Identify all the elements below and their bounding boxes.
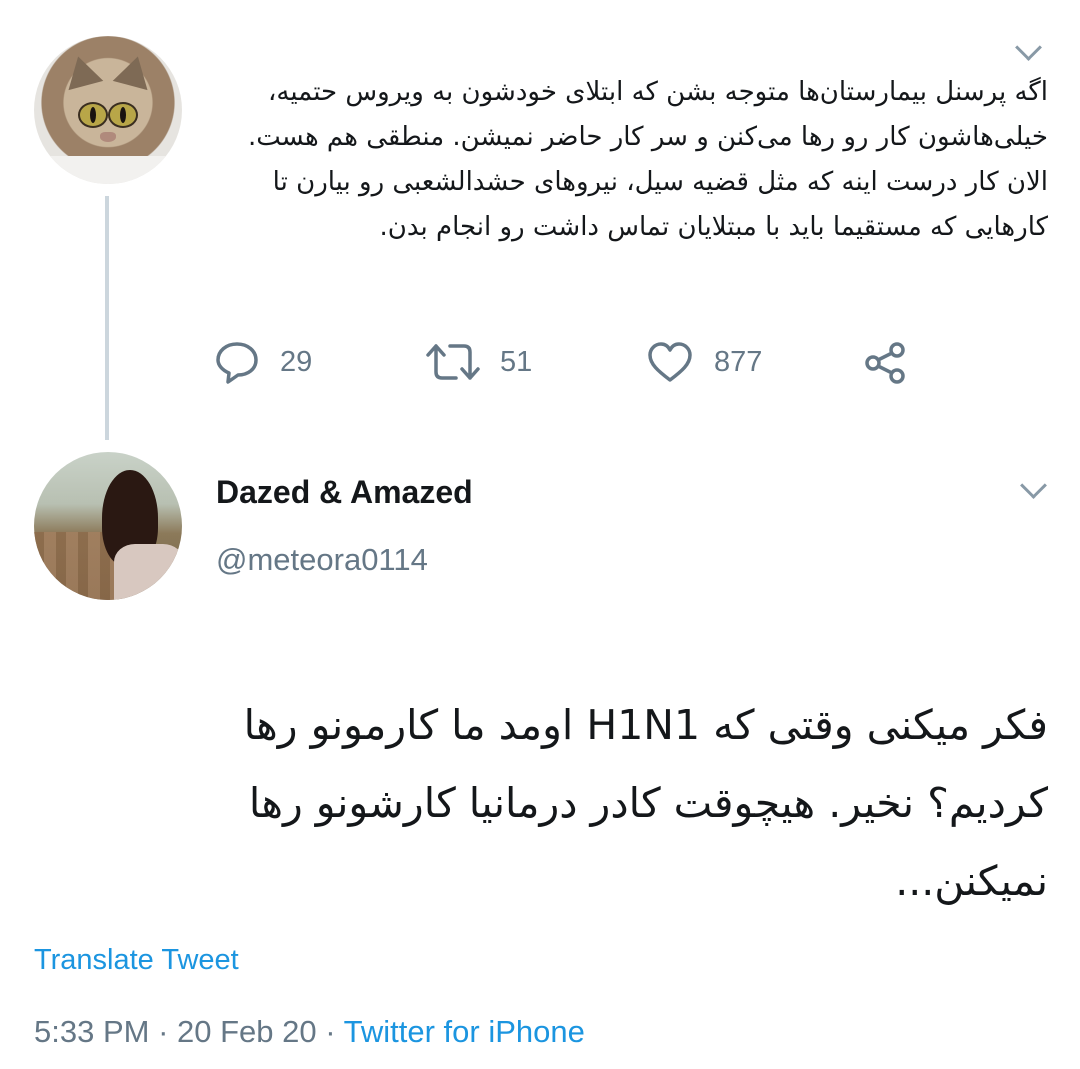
retweet-count: 51 <box>500 345 533 378</box>
thread-line <box>105 196 109 440</box>
share-icon <box>865 342 905 384</box>
retweet-icon <box>426 344 480 380</box>
reply-tweet-text: فکر میکنی وقتی که H1N1 اومد ما کارمونو ر… <box>243 701 1048 905</box>
parent-tweet-text: اگه پرسنل بیمارستان‌ها متوجه بشن که ابتل… <box>247 77 1048 242</box>
heart-icon <box>648 342 692 382</box>
chevron-down-icon[interactable] <box>1015 34 1042 61</box>
like-button[interactable]: 877 <box>646 340 762 384</box>
user-handle[interactable]: @meteora0114 <box>216 542 428 578</box>
reply-count: 29 <box>280 345 313 378</box>
reply-icon <box>216 342 258 384</box>
like-count: 877 <box>714 345 763 378</box>
retweet-button[interactable]: 51 <box>426 340 532 384</box>
chevron-down-icon[interactable] <box>1020 472 1047 499</box>
tweet-date: 20 Feb 20 <box>177 1014 317 1049</box>
meta-separator: · <box>325 1014 336 1049</box>
translate-tweet-link[interactable]: Translate Tweet <box>34 944 239 977</box>
tweet-meta: 5:33 PM · 20 Feb 20 · Twitter for iPhone <box>34 1014 585 1050</box>
tweet-time: 5:33 PM <box>34 1014 150 1049</box>
share-button[interactable] <box>862 340 910 386</box>
parent-avatar[interactable] <box>34 36 182 184</box>
display-name[interactable]: Dazed & Amazed <box>216 474 473 511</box>
reply-button[interactable]: 29 <box>214 340 312 384</box>
tweet-source-link[interactable]: Twitter for iPhone <box>344 1014 585 1049</box>
meta-separator: · <box>158 1014 169 1049</box>
reply-avatar[interactable] <box>34 452 182 600</box>
